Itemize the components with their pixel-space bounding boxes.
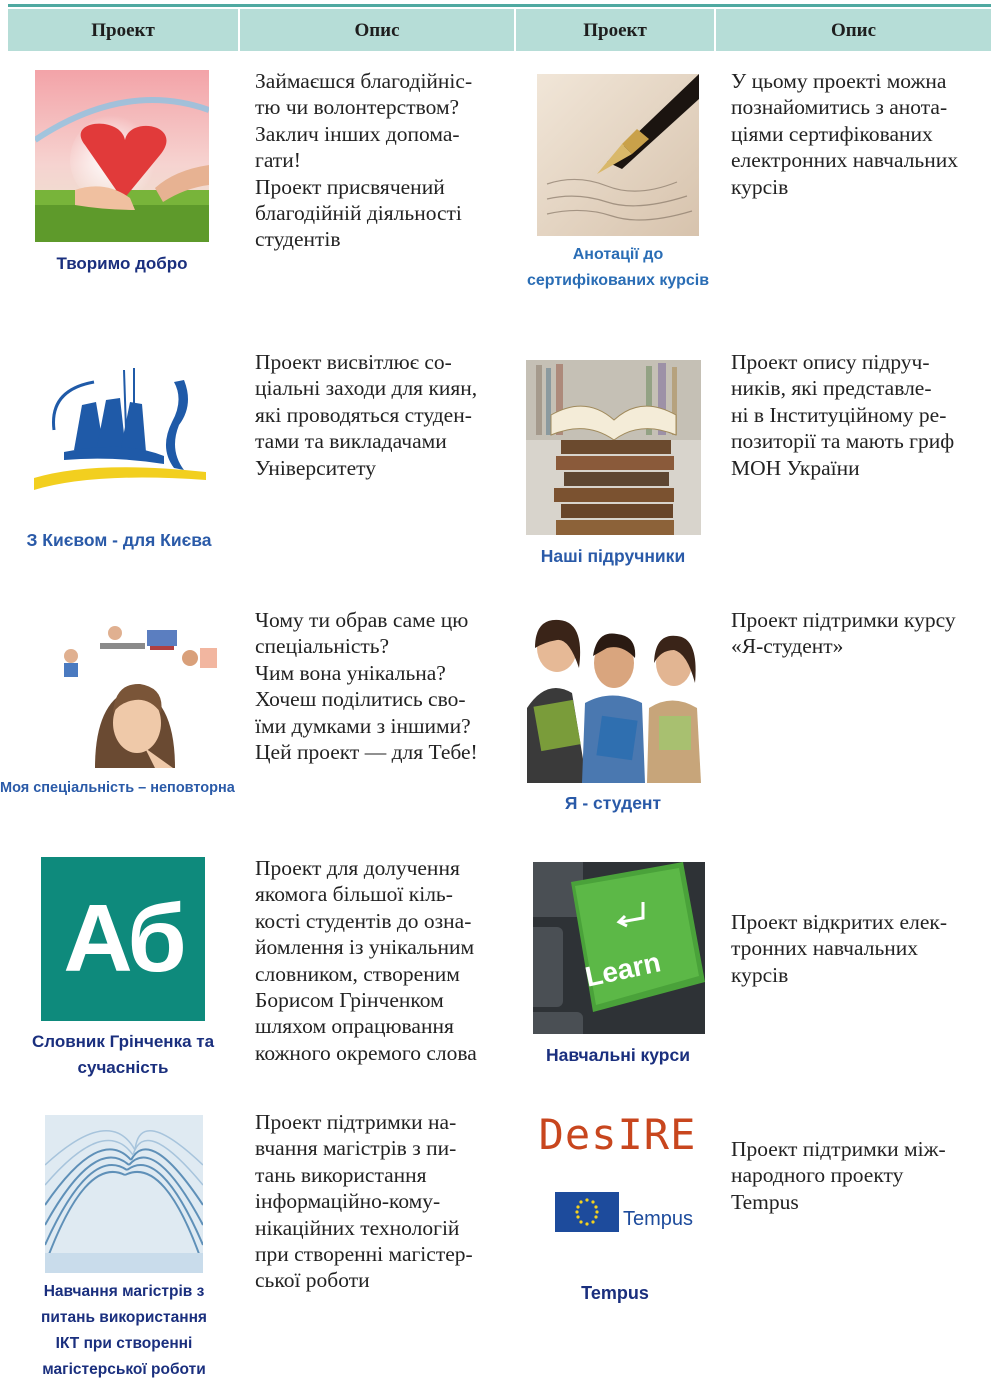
project-description: Проект підтримки між- народного проекту … [731, 1137, 946, 1214]
project-description: Проект підтримки на- вчання магістрів з … [255, 1110, 473, 1293]
eu-flag-icon [555, 1192, 619, 1232]
project-description: Проект висвітлює со- ціальні заходи для … [255, 350, 478, 480]
project-description: Проект опису підруч- ників, які представ… [731, 350, 955, 480]
header-description-2: Опис [830, 20, 877, 41]
learn-keyboard-key[interactable]: Learn [533, 862, 705, 1034]
desire-tempus-logo[interactable]: DesIRE Tempus [525, 1112, 710, 1242]
project-description: Проект підтримки курсу «Я-студент» [731, 608, 956, 659]
project-caption[interactable]: Анотації до сертифікованих курсів [508, 242, 728, 294]
students-group-photo[interactable] [527, 608, 701, 783]
project-caption[interactable]: Словник Грінченка та сучасність [20, 1029, 226, 1081]
header-top-rule [8, 4, 991, 7]
fountain-pen-image[interactable] [537, 74, 699, 236]
thinking-girl-collage[interactable] [55, 618, 217, 768]
header-description-1: Опис [354, 20, 400, 41]
desire-logo-text: DesIRE [538, 1112, 697, 1159]
kyiv-founders-monument-logo[interactable] [34, 360, 206, 500]
project-description: У цьому проекті можна познайомитись з ан… [731, 69, 958, 199]
project-description: Займаєшся благодійніс- тю чи волонтерств… [255, 69, 473, 252]
project-caption[interactable]: Моя спеціальність – неповторна [0, 775, 282, 801]
open-book-pages-image[interactable] [45, 1115, 203, 1273]
project-description: Проект для долучення якомога більшої кіл… [255, 856, 477, 1065]
header-project-2: Проект [583, 20, 647, 41]
table-header: Проект Опис Проект Опис [8, 9, 991, 51]
ab-dictionary-logo[interactable]: Аб [41, 857, 205, 1021]
project-caption[interactable]: З Києвом - для Києва [8, 527, 230, 553]
project-caption[interactable]: Навчальні курси [520, 1042, 716, 1068]
project-caption[interactable]: Tempus [540, 1280, 690, 1306]
project-caption[interactable]: Я - студент [508, 790, 718, 816]
project-caption[interactable]: Творимо добро [20, 251, 224, 277]
tempus-logo-text: Tempus [623, 1208, 694, 1230]
header-project-1: Проект [91, 20, 155, 41]
ab-logo-text: Аб [63, 885, 186, 992]
project-caption[interactable]: Наші підручники [508, 543, 718, 569]
project-caption[interactable]: Навчання магістрів з питань використання… [18, 1279, 230, 1383]
project-description: Чому ти обрав саме цю спеціальність? Чим… [255, 608, 478, 765]
heart-hands-image[interactable] [35, 70, 209, 242]
project-description: Проект відкритих елек- тронних навчальни… [731, 910, 947, 987]
book-stack-image[interactable] [526, 360, 701, 535]
